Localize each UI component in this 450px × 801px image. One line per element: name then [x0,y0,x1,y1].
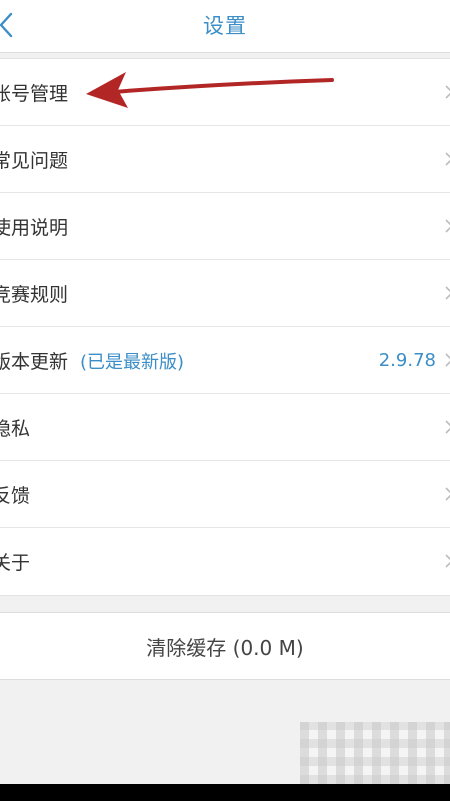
version-label: 版本更新 [0,350,69,373]
version-number: 2.9.78 [378,349,436,371]
settings-item-label: 版本更新 (已是最新版) [0,347,184,374]
settings-item-privacy[interactable]: 隐私 [0,394,450,461]
settings-item-instructions[interactable]: 使用说明 [0,193,450,260]
settings-item-label: 隐私 [0,417,31,440]
settings-item-about[interactable]: 关于 [0,528,450,595]
version-status: (已是最新版) [80,351,185,373]
settings-item-label: 反馈 [0,484,31,507]
settings-item-label: 常见问题 [0,149,69,172]
settings-item-label: 账号管理 [0,82,69,105]
settings-item-faq[interactable]: 常见问题 [0,126,450,193]
page-title: 设置 [203,14,247,38]
settings-item-rules[interactable]: 竞赛规则 [0,260,450,327]
chevron-right-icon [445,554,450,568]
clear-cache-label: 清除缓存 (0.0 M) [146,635,304,660]
bottom-edge [0,784,450,801]
settings-item-feedback[interactable]: 反馈 [0,461,450,528]
settings-item-label: 关于 [0,552,31,574]
settings-item-label: 使用说明 [0,216,69,239]
settings-list: 账号管理 常见问题 使用说明 竞赛规则 版本更新 (已是最新版) 2.9.78 隐… [0,58,450,596]
chevron-right-icon [445,420,450,434]
chevron-right-icon [445,219,450,233]
chevron-right-icon [445,353,450,367]
chevron-right-icon [445,487,450,501]
settings-item-label: 竞赛规则 [0,283,69,306]
chevron-right-icon [445,152,450,166]
chevron-right-icon [445,286,450,300]
top-bar: 设置 [0,0,450,53]
settings-item-account[interactable]: 账号管理 [0,59,450,126]
watermark-blur [300,722,450,784]
clear-cache-button[interactable]: 清除缓存 (0.0 M) [0,612,450,680]
chevron-right-icon [445,85,450,99]
settings-item-version[interactable]: 版本更新 (已是最新版) 2.9.78 [0,327,450,394]
